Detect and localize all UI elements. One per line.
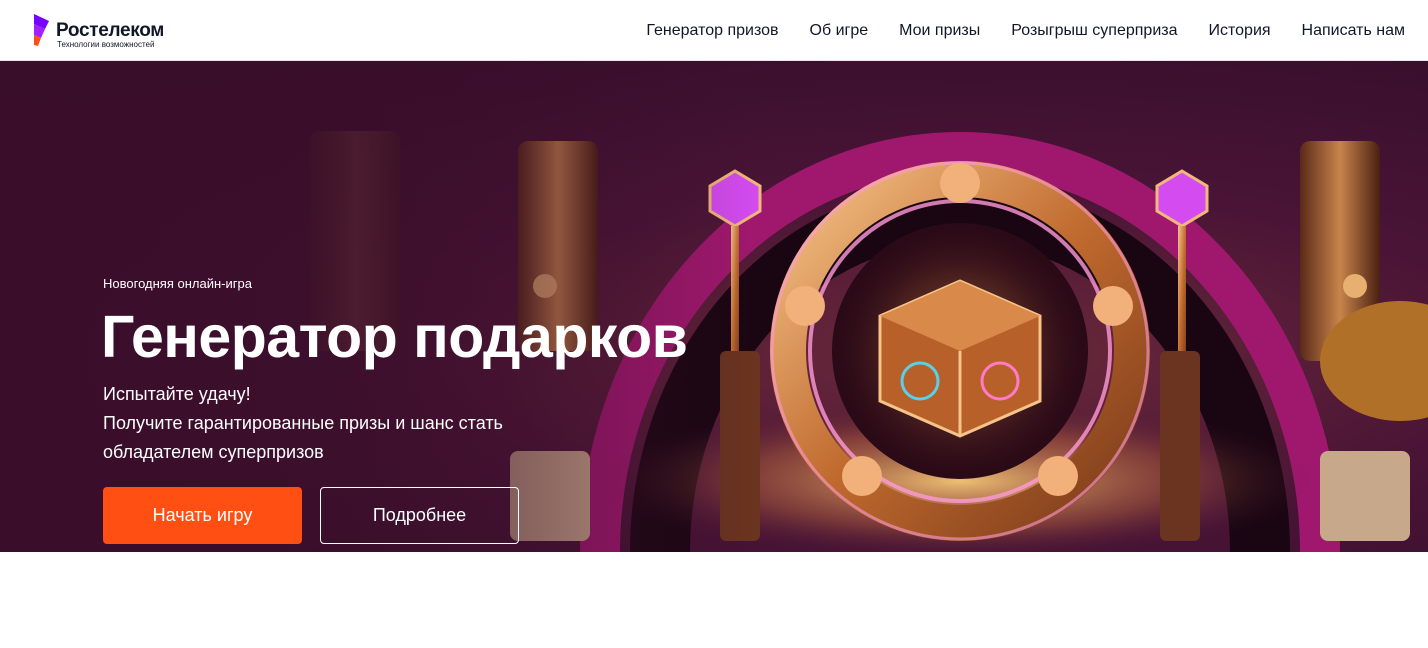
hero-title: Генератор подарков <box>101 304 688 370</box>
nav-item-history[interactable]: История <box>1209 22 1271 40</box>
nav-item-prize-generator[interactable]: Генератор призов <box>646 22 778 40</box>
hero-subtitle: Испытайте удачу! Получите гарантированны… <box>103 380 503 467</box>
hero-subtitle-line: Получите гарантированные призы и шанс ст… <box>103 413 503 433</box>
start-game-button[interactable]: Начать игру <box>103 487 302 544</box>
nav-item-my-prizes[interactable]: Мои призы <box>899 22 980 40</box>
nav-item-about-game[interactable]: Об игре <box>810 22 869 40</box>
hero-subtitle-line: обладателем суперпризов <box>103 442 324 462</box>
hero-eyebrow: Новогодняя онлайн-игра <box>103 276 252 291</box>
brand-tagline: Технологии возможностей <box>57 40 155 49</box>
hero-subtitle-line: Испытайте удачу! <box>103 384 251 404</box>
nav-item-contact-us[interactable]: Написать нам <box>1302 22 1405 40</box>
rostelecom-logo-icon <box>34 14 49 46</box>
site-header: Ростелеком Технологии возможностей Генер… <box>0 0 1428 61</box>
hero-banner: Новогодняя онлайн-игра Генератор подарко… <box>0 61 1428 552</box>
brand-name: Ростелеком <box>56 20 165 41</box>
learn-more-button[interactable]: Подробнее <box>320 487 519 544</box>
nav-item-superprize-draw[interactable]: Розыгрыш суперприза <box>1011 22 1177 40</box>
main-nav: Генератор призов Об игре Мои призы Розыг… <box>646 0 1405 61</box>
